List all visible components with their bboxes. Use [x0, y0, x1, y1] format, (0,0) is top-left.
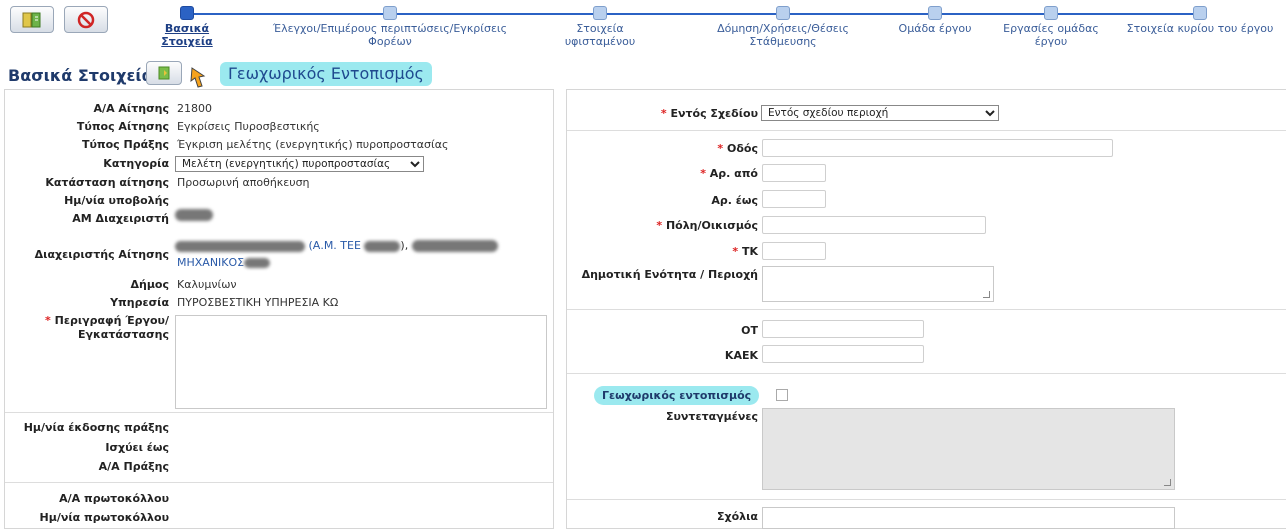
wizard-step-team-tasks[interactable]: Εργασίες ομάδας έργου	[966, 0, 1136, 48]
manager-am-label: ΑΜ Διαχειριστή	[72, 212, 169, 225]
wizard-step-dot	[1193, 6, 1207, 20]
postal-code-label: * ΤΚ	[732, 245, 758, 258]
plan-select[interactable]: Εντός σχεδίου περιοχή	[761, 105, 999, 121]
act-type-label: Τύπος Πράξης	[81, 138, 169, 151]
wizard-step-checks[interactable]: Έλεγχοι/Επιμέρους περιπτώσεις/Εγκρίσεις …	[273, 0, 507, 48]
wizard-step-basic[interactable]: Βασικά Στοιχεία	[102, 0, 272, 48]
status-label: Κατάσταση αίτησης	[45, 176, 169, 189]
coordinates-label: Συντεταγμένες	[665, 410, 758, 423]
wizard-step-label: Στοιχεία υφισταμένου	[564, 22, 636, 48]
wizard-step-label: Δόμηση/Χρήσεις/Θέσεις Στάθμευσης	[717, 22, 849, 48]
coordinates-textarea[interactable]	[762, 408, 1175, 490]
geolocation-checkbox[interactable]	[776, 389, 788, 401]
manager-value: (Α.Μ. ΤΕΕ ),	[175, 239, 498, 252]
type-value: Εγκρίσεις Πυροσβεστικής	[177, 120, 320, 133]
basic-info-panel: Α/Α Αίτησης 21800 Τύπος Αίτησης Εγκρίσει…	[4, 89, 554, 529]
number-from-label: * Αρ. από	[700, 167, 758, 180]
service-label: Υπηρεσία	[110, 296, 169, 309]
wizard-step-dot	[928, 6, 942, 20]
city-input[interactable]	[762, 216, 986, 234]
description-textarea[interactable]	[175, 315, 547, 409]
number-from-input[interactable]	[762, 164, 826, 182]
category-select[interactable]: Μελέτη (ενεργητικής) πυροπροστασίας	[175, 156, 424, 172]
protocol-number-label: Α/Α πρωτοκόλλου	[59, 492, 169, 505]
service-value: ΠΥΡΟΣΒΕΣΤΙΚΗ ΥΠΗΡΕΣΙΑ ΚΩ	[177, 296, 339, 309]
category-label: Κατηγορία	[103, 157, 169, 170]
plan-label: * Εντός Σχεδίου	[660, 107, 758, 120]
wizard-step-owner[interactable]: Στοιχεία κυρίου του έργου	[1115, 0, 1285, 35]
city-label: * Πόλη/Οικισμός	[656, 219, 758, 232]
save-icon	[22, 12, 41, 27]
wizard-step-label: Έλεγχοι/Επιμέρους περιπτώσεις/Εγκρίσεις …	[272, 22, 508, 48]
protocol-date-label: Ημ/νία πρωτοκόλλου	[39, 511, 169, 524]
valid-until-label: Ισχύει έως	[105, 441, 169, 454]
description-label: * Περιγραφή Έργου/Εγκατάστασης	[45, 314, 169, 341]
act-number-label: Α/Α Πράξης	[98, 460, 169, 473]
street-label: * Οδός	[717, 142, 758, 155]
geolocation-button[interactable]	[146, 61, 182, 85]
dimos-label: Δήμος	[130, 278, 169, 291]
bookmark-arrow-icon	[158, 66, 170, 80]
redacted-am	[175, 208, 213, 221]
manager-tee-text: (Α.Μ. ΤΕΕ	[308, 239, 361, 252]
kaek-input[interactable]	[762, 345, 924, 363]
issue-date-label: Ημ/νία έκδοσης πράξης	[23, 421, 169, 434]
status-value: Προσωρινή αποθήκευση	[177, 176, 310, 189]
wizard-step-dot	[1044, 6, 1058, 20]
dimos-value: Καλυμνίων	[177, 278, 237, 291]
wizard-step-label: Στοιχεία κυρίου του έργου	[1126, 22, 1274, 35]
wizard-step-dot	[383, 6, 397, 20]
comments-textarea[interactable]	[762, 507, 1175, 529]
type-label: Τύπος Αίτησης	[76, 120, 169, 133]
wizard-step-label: Εργασίες ομάδας έργου	[1003, 22, 1099, 48]
number-to-label: Αρ. έως	[711, 194, 758, 207]
wizard-step-building[interactable]: Δόμηση/Χρήσεις/Θέσεις Στάθμευσης	[698, 0, 868, 48]
aa-value: 21800	[177, 102, 212, 115]
wizard-step-dot	[180, 6, 194, 20]
ot-label: ΟΤ	[741, 324, 758, 337]
submit-date-label: Ημ/νία υποβολής	[64, 194, 169, 207]
geolocation-highlight: Γεωχωρικός Εντοπισμός	[220, 62, 432, 86]
aa-label: Α/Α Αίτησης	[93, 102, 169, 115]
act-type-value: Έγκριση μελέτης (ενεργητικής) πυροπροστα…	[177, 138, 449, 151]
manager-label: Διαχειριστής Αίτησης	[34, 248, 169, 261]
street-input[interactable]	[762, 139, 1113, 157]
wizard-step-label: Βασικά Στοιχεία	[161, 22, 213, 48]
wizard-step-existing[interactable]: Στοιχεία υφισταμένου	[515, 0, 685, 48]
prohibited-icon	[77, 11, 95, 28]
wizard-step-dot	[593, 6, 607, 20]
manager-role: ΜΗΧΑΝΙΚΟΣ	[177, 256, 271, 269]
number-to-input[interactable]	[762, 190, 826, 208]
geolocation-label: Γεωχωρικός εντοπισμός	[594, 386, 760, 405]
municipal-unit-label: Δημοτική Ενότητα / Περιοχή	[581, 268, 758, 281]
municipal-unit-textarea[interactable]	[762, 266, 994, 302]
location-panel: * Εντός Σχεδίου Εντός σχεδίου περιοχή * …	[566, 89, 1286, 529]
wizard-step-dot	[776, 6, 790, 20]
save-button[interactable]	[10, 6, 54, 33]
comments-label: Σχόλια	[717, 510, 758, 523]
section-title: Βασικά Στοιχεία	[8, 66, 153, 85]
ot-input[interactable]	[762, 320, 924, 338]
postal-code-input[interactable]	[762, 242, 826, 260]
kaek-label: ΚΑΕΚ	[724, 349, 758, 362]
